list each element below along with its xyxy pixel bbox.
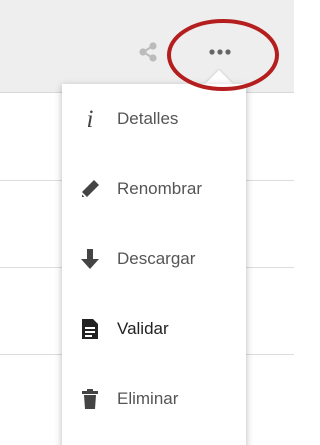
- pencil-icon: [77, 176, 103, 202]
- menu-item-validar[interactable]: Validar: [62, 294, 246, 364]
- menu-item-label: Renombrar: [117, 179, 203, 198]
- menu-item-descargar[interactable]: Descargar: [62, 224, 246, 294]
- menu-item-label: Eliminar: [117, 389, 179, 408]
- menu-item-label: Descargar: [117, 249, 196, 268]
- more-options-icon: [209, 49, 231, 55]
- menu-item-eliminar[interactable]: Eliminar: [62, 364, 246, 434]
- more-options-button[interactable]: [200, 40, 240, 64]
- trash-icon: [77, 386, 103, 412]
- toolbar: [0, 0, 294, 93]
- document-icon: [77, 316, 103, 342]
- menu-item-detalles[interactable]: i Detalles: [62, 84, 246, 154]
- context-menu: i Detalles Renombrar Descargar Validar E…: [62, 84, 246, 445]
- menu-caret: [205, 70, 233, 84]
- share-icon: [139, 42, 157, 62]
- share-button[interactable]: [136, 40, 160, 64]
- screenshot-stage: i Detalles Renombrar Descargar Validar E…: [0, 0, 294, 445]
- menu-item-renombrar[interactable]: Renombrar: [62, 154, 246, 224]
- menu-item-label: Detalles: [117, 109, 179, 128]
- arrow-down-icon: [77, 246, 103, 272]
- info-icon: i: [86, 105, 94, 133]
- menu-item-label: Validar: [117, 319, 169, 338]
